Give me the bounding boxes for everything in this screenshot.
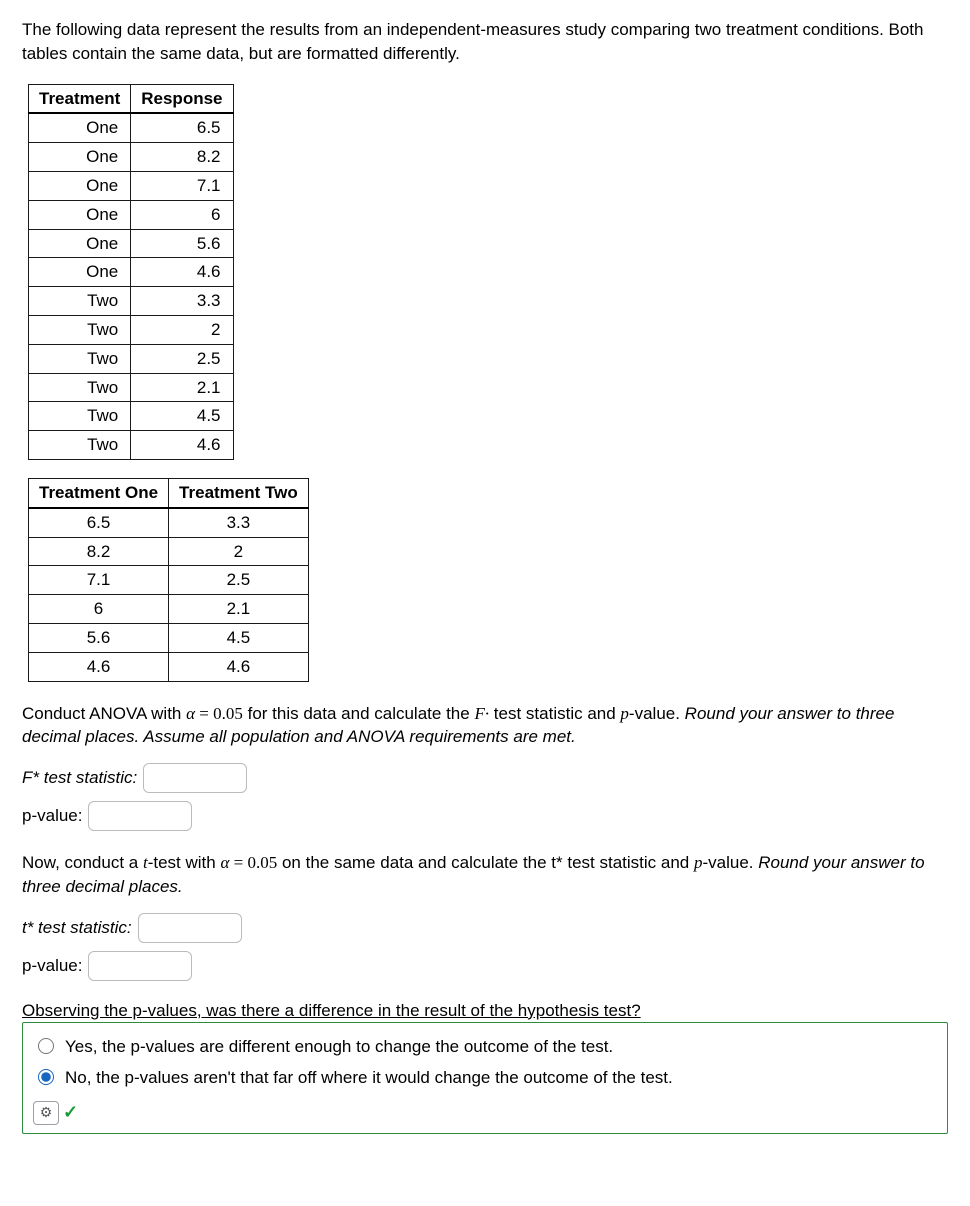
p-value-ttest-input[interactable] [88, 951, 192, 981]
data-table-long: Treatment Response One6.5One8.2One7.1One… [28, 84, 234, 460]
mc-question-header: Observing the p-values, was there a diff… [22, 999, 948, 1023]
table-row: One6 [29, 200, 234, 229]
f-stat-label: F* test statistic: [22, 766, 137, 790]
table-row: Two4.5 [29, 402, 234, 431]
ttest-instruction: Now, conduct a t-test with α = 0.05 on t… [22, 851, 948, 899]
p-value-anova-label: p-value: [22, 804, 82, 828]
mc-option-label: Yes, the p-values are different enough t… [65, 1035, 613, 1059]
check-icon: ✓ [63, 1100, 78, 1125]
mc-option[interactable]: No, the p-values aren't that far off whe… [33, 1062, 937, 1094]
gear-icon[interactable]: ⚙ [33, 1101, 59, 1125]
table-row: 62.1 [29, 595, 309, 624]
table-row: 5.64.5 [29, 623, 309, 652]
table-row: 7.12.5 [29, 566, 309, 595]
table-row: Two2 [29, 315, 234, 344]
mc-answer-box: Yes, the p-values are different enough t… [22, 1022, 948, 1135]
table-row: Two2.5 [29, 344, 234, 373]
table-row: One5.6 [29, 229, 234, 258]
data-table-wide: Treatment One Treatment Two 6.53.38.227.… [28, 478, 309, 682]
table-row: Two4.6 [29, 431, 234, 460]
table-row: 8.22 [29, 537, 309, 566]
table1-header-treatment: Treatment [29, 84, 131, 113]
table-row: 6.53.3 [29, 508, 309, 537]
p-value-ttest-label: p-value: [22, 954, 82, 978]
table-row: One7.1 [29, 171, 234, 200]
anova-instruction: Conduct ANOVA with α = 0.05 for this dat… [22, 702, 948, 750]
t-stat-label: t* test statistic: [22, 916, 132, 940]
t-stat-input[interactable] [138, 913, 242, 943]
mc-radio[interactable] [38, 1069, 54, 1085]
mc-option-label: No, the p-values aren't that far off whe… [65, 1066, 673, 1090]
table-row: One6.5 [29, 113, 234, 142]
table-row: Two2.1 [29, 373, 234, 402]
table-row: One8.2 [29, 143, 234, 172]
intro-text: The following data represent the results… [22, 18, 948, 66]
mc-radio[interactable] [38, 1038, 54, 1054]
mc-option[interactable]: Yes, the p-values are different enough t… [33, 1031, 937, 1063]
f-stat-input[interactable] [143, 763, 247, 793]
table2-header-two: Treatment Two [169, 478, 309, 507]
table-row: One4.6 [29, 258, 234, 287]
table-row: Two3.3 [29, 287, 234, 316]
table2-header-one: Treatment One [29, 478, 169, 507]
table-row: 4.64.6 [29, 652, 309, 681]
p-value-anova-input[interactable] [88, 801, 192, 831]
table1-header-response: Response [131, 84, 233, 113]
